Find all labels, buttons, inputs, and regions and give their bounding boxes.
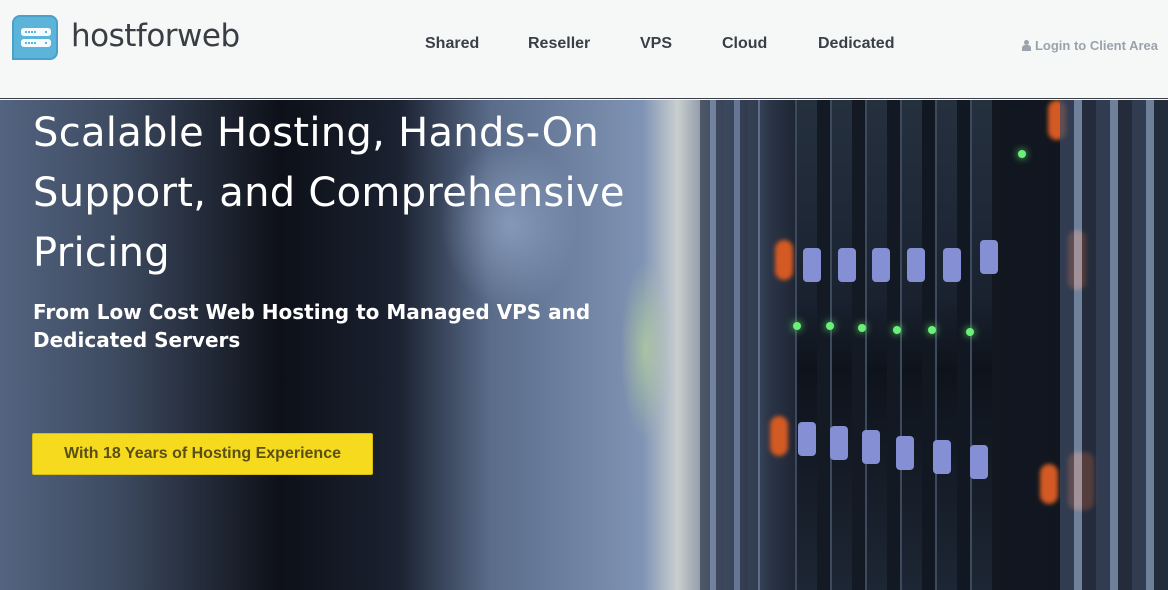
server-logo-icon [12,15,58,60]
experience-cta-button[interactable]: With 18 Years of Hosting Experience [32,433,373,475]
hero-content: Scalable Hosting, Hands-On Support, and … [33,103,713,354]
user-icon [1021,40,1031,51]
site-header: hostforweb Shared Reseller VPS Cloud Ded… [0,0,1168,99]
hero-subheadline: From Low Cost Web Hosting to Managed VPS… [33,300,591,352]
nav-item-dedicated[interactable]: Dedicated [818,35,894,53]
nav-item-vps[interactable]: VPS [640,35,672,53]
nav-item-reseller[interactable]: Reseller [528,35,590,53]
logo[interactable]: hostforweb [12,15,240,60]
login-label: Login to Client Area [1034,38,1158,53]
nav-item-cloud[interactable]: Cloud [722,35,767,53]
nav-item-shared[interactable]: Shared [425,35,479,53]
hero-headline: Scalable Hosting, Hands-On Support, and … [33,110,625,276]
login-link[interactable]: Login to Client Area [1021,38,1158,53]
logo-text: hostforweb [71,17,240,54]
